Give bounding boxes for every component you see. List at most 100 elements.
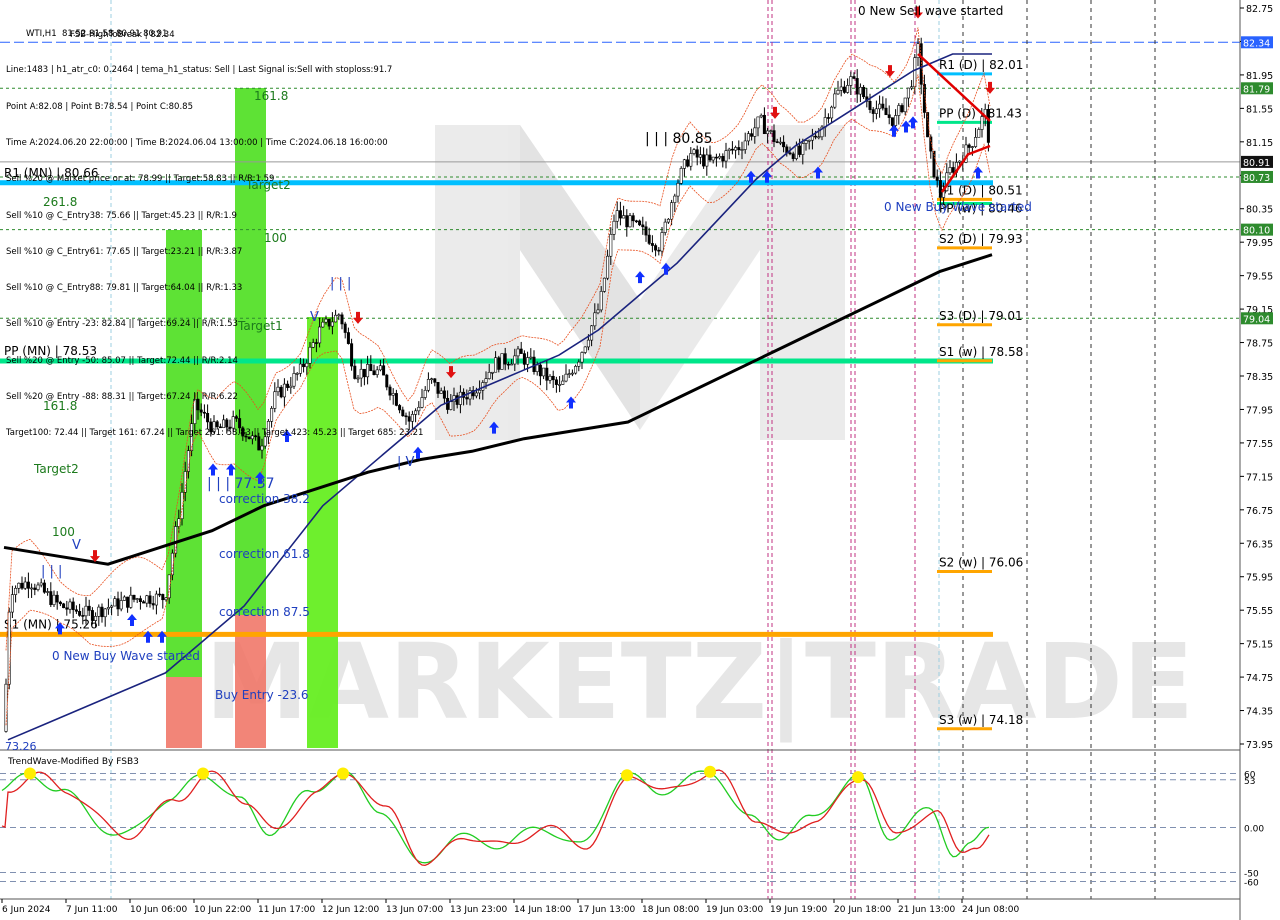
candle-body [788, 152, 792, 155]
candle-body [129, 594, 133, 608]
y-tick-label: 75.15 [1246, 640, 1273, 651]
candle-body [938, 180, 942, 198]
candle-body [689, 153, 693, 167]
y-tick-label: 80.35 [1246, 205, 1273, 216]
candle-body [430, 378, 434, 381]
candle-body [881, 103, 885, 109]
candle-body [490, 371, 494, 374]
candle-body [846, 85, 850, 93]
candle-body [551, 375, 555, 381]
level-label-short-5: S3 (D) | 79.01 [939, 309, 1023, 323]
candle-body [900, 105, 904, 113]
level-label-short-6: S1 (w) | 78.58 [939, 345, 1023, 359]
candle-body [478, 389, 482, 394]
candle-body [868, 100, 872, 110]
candle-body [487, 371, 491, 379]
candle-body [14, 587, 18, 595]
candle-body [692, 149, 696, 154]
y-tick-label: 76.35 [1246, 539, 1273, 550]
candle-body [858, 86, 862, 95]
level-label-monthly-2: S1 (MN) | 75.26 [4, 617, 98, 631]
candle-body [791, 153, 795, 159]
candle-body [538, 364, 542, 377]
x-tick-label: 10 Jun 22:00 [194, 905, 251, 915]
candle-body [817, 136, 821, 139]
candle-body [484, 378, 488, 383]
y-tick-label: 74.35 [1246, 707, 1273, 718]
candle-body [769, 130, 773, 132]
candle-body [654, 245, 658, 251]
buy-wave-label-right: 0 New Buy Wave started [884, 200, 1032, 214]
candle-body [974, 137, 978, 147]
candle-body [142, 601, 146, 604]
candle-body [132, 594, 136, 600]
candle-body [730, 148, 734, 151]
x-tick-label: 20 Jun 18:00 [834, 905, 891, 915]
info-line-3: Time A:2024.06.20 22:00:00 | Time B:2024… [6, 138, 388, 149]
candle [500, 353, 504, 370]
candle-body [138, 598, 142, 602]
oscillator-peak-dot [337, 767, 349, 780]
candle-body [433, 378, 437, 383]
price-badge-label: 81.79 [1243, 84, 1270, 95]
candle-body [423, 389, 427, 398]
candle-body [500, 353, 504, 370]
candle-body [583, 346, 587, 353]
x-tick-label: 7 Jun 11:00 [66, 905, 118, 915]
candle-body [778, 141, 782, 144]
candle-body [17, 582, 21, 589]
candle-body [103, 608, 107, 618]
x-tick-label: 21 Jun 13:00 [898, 905, 955, 915]
y-tick-label: 81.15 [1246, 138, 1273, 149]
candle-body [986, 108, 990, 143]
candle-body [782, 141, 786, 148]
info-line-8: Sell %10 @ Entry -23: 82.84 || Target:69… [6, 319, 238, 330]
candle-body [52, 594, 56, 605]
candle-body [71, 601, 75, 611]
candle-body [554, 379, 558, 385]
level-label-short-0: R1 (D) | 82.01 [939, 58, 1023, 72]
candle-body [148, 595, 152, 604]
candle-body [545, 367, 549, 381]
candle-body [638, 220, 642, 226]
candle-body [510, 363, 514, 366]
candle-body [580, 352, 584, 363]
candle-body [33, 587, 37, 590]
candle-body [862, 86, 866, 98]
x-tick-label: 13 Jun 23:00 [450, 905, 507, 915]
candle-body [836, 90, 840, 95]
candle-body [871, 109, 875, 114]
candle-body [762, 114, 766, 135]
candle-body [814, 135, 818, 138]
candle-body [526, 357, 530, 365]
candle-body [36, 584, 40, 590]
candle-body [596, 309, 600, 314]
wave-77-label: | | | 77.37 [207, 476, 275, 492]
candle-body [673, 195, 677, 203]
candle-body [977, 129, 981, 138]
candle-body [116, 598, 120, 610]
candle-body [442, 390, 446, 399]
candle-body [622, 215, 626, 219]
candle-body [90, 610, 94, 621]
candle-body [948, 167, 952, 174]
candle-body [740, 149, 744, 151]
y-tick-label: 82.75 [1246, 4, 1273, 15]
candle-body [564, 373, 568, 382]
candle-body [663, 221, 667, 233]
candle-body [449, 401, 453, 410]
symbol-line: WTI,H1 81.52 81.58 80.91 80.91 [26, 29, 168, 40]
candle-body [177, 518, 181, 527]
candle-body [106, 607, 110, 610]
fib-100-left-label: 100 [52, 525, 75, 539]
candle-body [718, 156, 722, 159]
candle-body [884, 107, 888, 116]
x-tick-label: 14 Jun 18:00 [514, 905, 571, 915]
candle-body [980, 116, 984, 130]
candle-body [721, 156, 725, 162]
candle-body [660, 232, 664, 252]
y-tick-label: 79.95 [1246, 238, 1273, 249]
price-badge-label: 80.73 [1243, 173, 1270, 184]
candle-body [84, 605, 88, 617]
x-tick-label: 11 Jun 17:00 [258, 905, 315, 915]
